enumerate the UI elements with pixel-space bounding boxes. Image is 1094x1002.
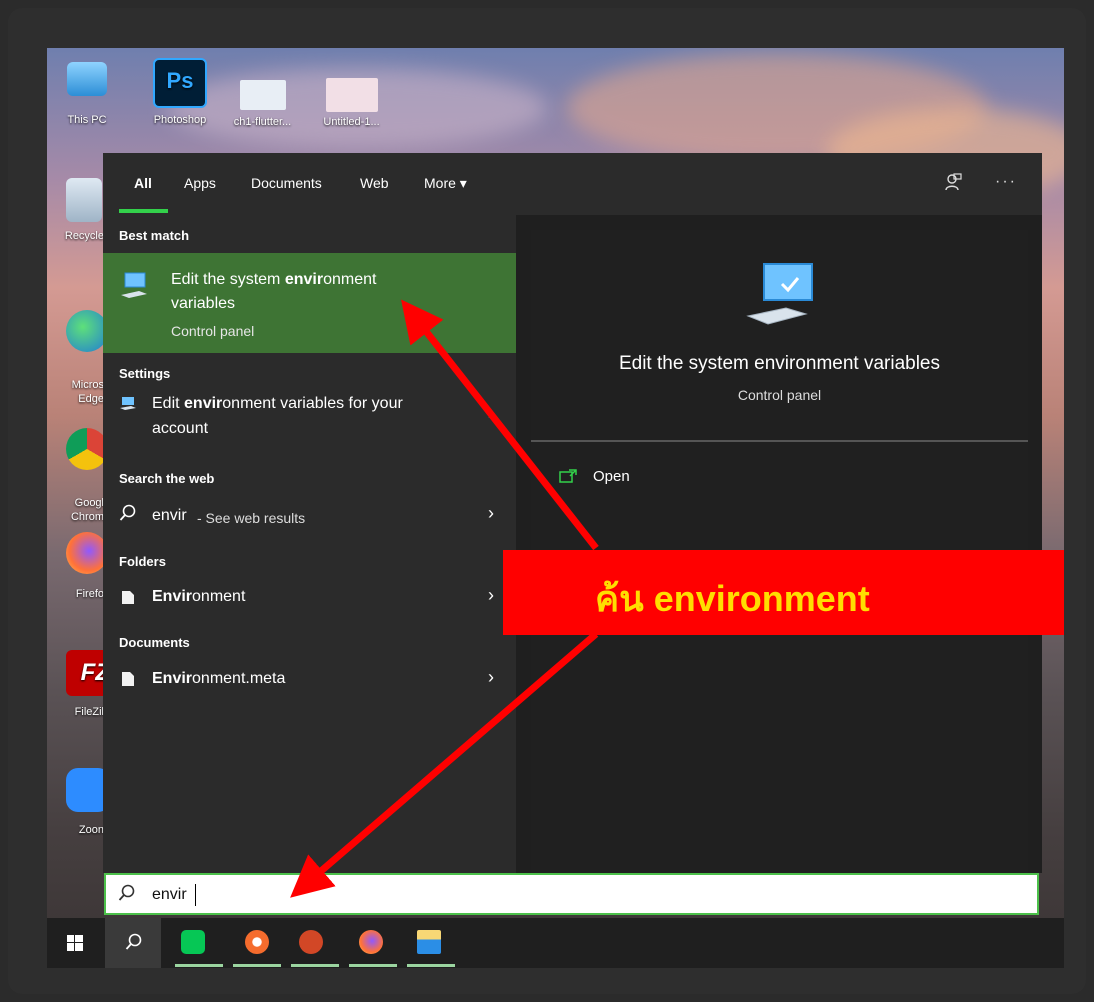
arrow-to-search-box	[290, 631, 599, 898]
annotation-arrows	[290, 299, 599, 898]
arrow-to-best-match	[401, 299, 599, 551]
